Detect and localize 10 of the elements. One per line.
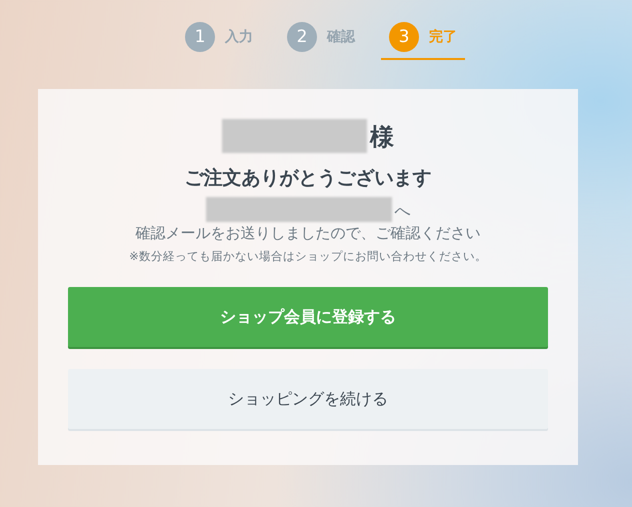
step-tab[interactable]: 3 完了 [381,22,465,60]
thanks-heading: ご注文ありがとうございます [184,166,432,191]
register-button[interactable]: ショップ会員に登録する [68,287,548,347]
continue-shopping-button[interactable]: ショッピングを続ける [68,369,548,429]
particle-text: へ [394,201,410,222]
message-text: 確認メールをお送りしましたので、ご確認ください [136,224,480,243]
step-tab[interactable]: 1 入力 [177,22,261,60]
honorific-text: 様 [370,122,394,153]
step-tab[interactable]: 2 確認 [279,22,363,60]
note-text: ※数分経っても届かない場合はショップにお問い合わせください。 [129,249,487,264]
